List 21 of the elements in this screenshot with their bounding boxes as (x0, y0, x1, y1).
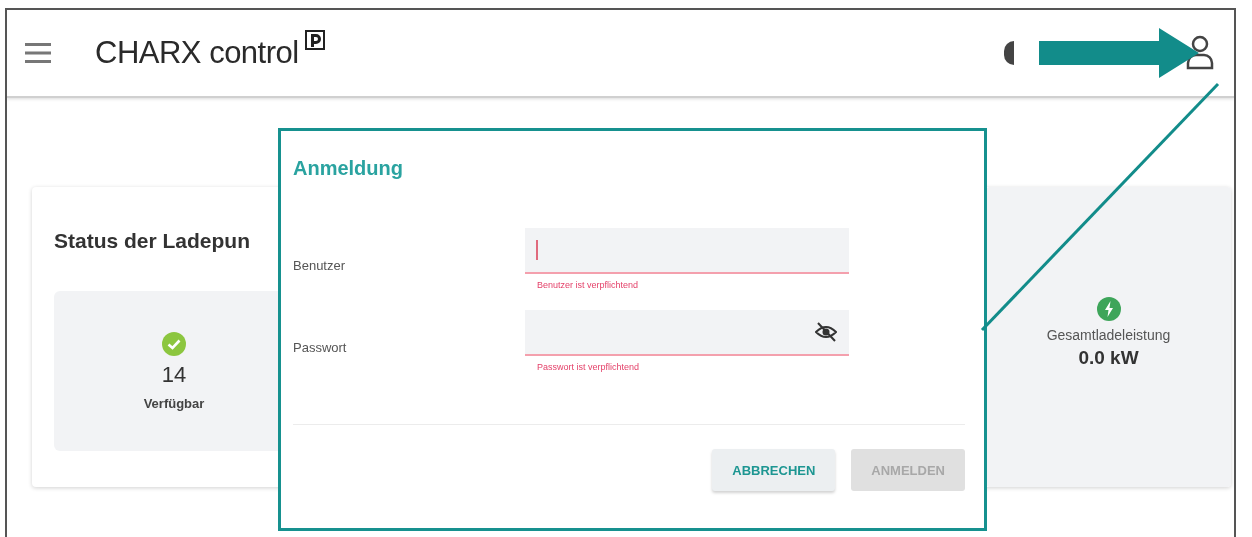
card-title: Status der Ladepun (54, 229, 252, 253)
tile-label: Gesamtladeleistung (1046, 327, 1171, 343)
field-label: Benutzer (293, 258, 347, 273)
user-icon[interactable] (1186, 35, 1214, 71)
input-field[interactable] (525, 228, 849, 274)
dialog-title: Anmeldung (293, 157, 404, 180)
cancel-button[interactable]: ABBRECHEN (712, 449, 836, 491)
password-field[interactable] (525, 310, 849, 356)
field-label: Passwort (293, 340, 348, 355)
error-message: Benutzer ist verpflichtend (537, 280, 640, 290)
tile-value: 0.0 kW (1078, 347, 1139, 369)
logo-icon (304, 30, 325, 50)
eye-off-icon[interactable] (815, 322, 837, 342)
menu-icon[interactable] (25, 42, 51, 64)
error-message: Passwort ist verpflichtend (537, 362, 641, 372)
arrow-icon (1039, 28, 1199, 78)
lightning-icon (1096, 297, 1121, 321)
tile-label: Verfügbar (143, 395, 205, 411)
app-title: CHARX control (95, 35, 299, 71)
check-icon (162, 331, 186, 356)
tile-count: 14 (161, 361, 187, 388)
